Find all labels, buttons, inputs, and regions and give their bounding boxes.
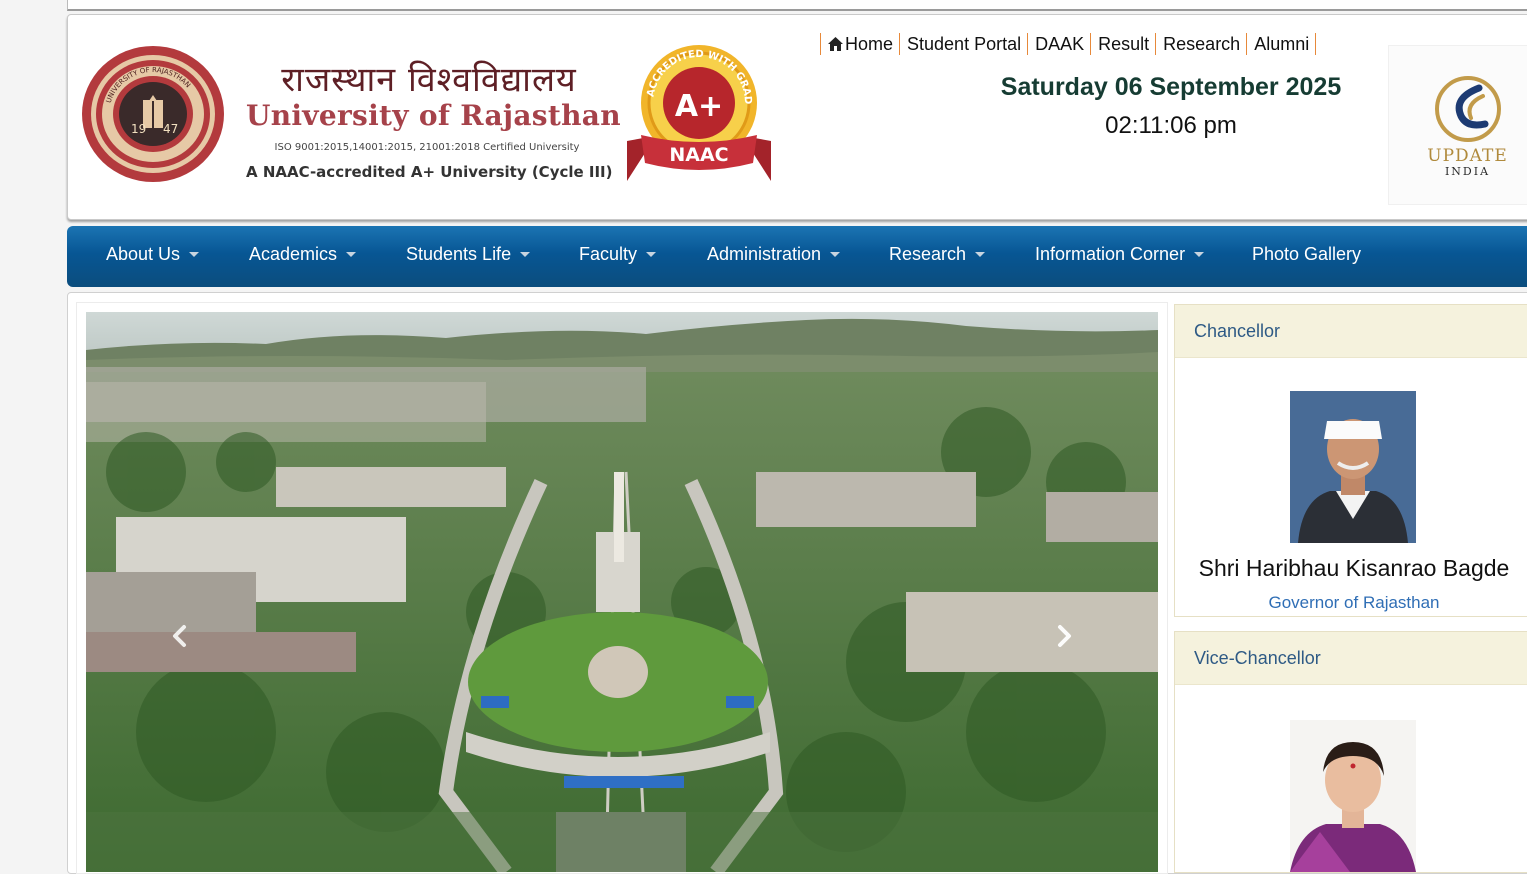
nav-administration[interactable]: Administration bbox=[707, 226, 841, 282]
seal-year-left: 19 bbox=[131, 122, 146, 136]
top-link-student-portal[interactable]: Student Portal bbox=[899, 33, 1027, 55]
update-india-logo[interactable]: UPDATE INDIA bbox=[1388, 45, 1527, 205]
main-navigation: About Us Academics Students Life Faculty… bbox=[67, 226, 1527, 287]
nav-photo-gallery[interactable]: Photo Gallery bbox=[1252, 226, 1361, 282]
site-header: 19 47 UNIVERSITY OF RAJASTHAN राजस्थान व… bbox=[67, 14, 1527, 220]
nav-about-us[interactable]: About Us bbox=[106, 226, 200, 282]
vice-chancellor-heading: Vice-Chancellor bbox=[1175, 632, 1527, 685]
caret-down-icon bbox=[520, 252, 531, 257]
top-link-home-label: Home bbox=[845, 34, 894, 54]
caret-down-icon bbox=[646, 252, 657, 257]
update-india-emblem-icon bbox=[1435, 76, 1501, 142]
chancellor-name: Shri Haribhau Kisanrao Bagde bbox=[1198, 555, 1510, 581]
top-links: Home Student Portal DAAK Result Research… bbox=[820, 33, 1317, 55]
campus-photo-illustration bbox=[86, 312, 1158, 872]
current-date: Saturday 06 September 2025 bbox=[1000, 73, 1342, 101]
top-link-alumni[interactable]: Alumni bbox=[1246, 33, 1317, 55]
badge-grade: A+ bbox=[675, 89, 723, 124]
nav-photo-gallery-label: Photo Gallery bbox=[1252, 244, 1362, 264]
naac-badge-icon: ACCREDITED WITH GRADE A+ NAAC bbox=[623, 41, 771, 181]
top-strip bbox=[67, 0, 1527, 11]
caret-down-icon bbox=[346, 252, 357, 257]
nav-students-life[interactable]: Students Life bbox=[406, 226, 531, 282]
university-seal-icon: 19 47 UNIVERSITY OF RAJASTHAN bbox=[82, 46, 224, 182]
slider-next-icon[interactable] bbox=[1052, 624, 1076, 648]
nav-academics[interactable]: Academics bbox=[249, 226, 357, 282]
nav-information-corner-label: Information Corner bbox=[1035, 244, 1186, 264]
top-link-research[interactable]: Research bbox=[1155, 33, 1246, 55]
chancellor-heading: Chancellor bbox=[1175, 305, 1527, 358]
nav-administration-label: Administration bbox=[707, 244, 822, 264]
caret-down-icon bbox=[830, 252, 841, 257]
campus-aerial-photo bbox=[86, 312, 1158, 872]
nav-research[interactable]: Research bbox=[889, 226, 986, 282]
seal-year-right: 47 bbox=[163, 122, 178, 136]
current-time: 02:11:06 pm bbox=[1105, 112, 1237, 139]
nav-research-label: Research bbox=[889, 244, 967, 264]
caret-down-icon bbox=[189, 252, 200, 257]
chancellor-panel: Chancellor Shri Haribhau Kisanrao Bagde … bbox=[1174, 304, 1527, 617]
top-link-result[interactable]: Result bbox=[1090, 33, 1155, 55]
chancellor-title[interactable]: Governor of Rajasthan bbox=[1175, 593, 1527, 613]
nav-information-corner[interactable]: Information Corner bbox=[1035, 226, 1205, 282]
caret-down-icon bbox=[975, 252, 986, 257]
badge-ribbon: NAAC bbox=[669, 144, 728, 166]
vice-chancellor-photo bbox=[1290, 720, 1416, 872]
nav-faculty[interactable]: Faculty bbox=[579, 226, 657, 282]
university-title-hindi: राजस्थान विश्वविद्यालय bbox=[281, 60, 577, 100]
nav-academics-label: Academics bbox=[249, 244, 338, 264]
nav-students-life-label: Students Life bbox=[406, 244, 512, 264]
iso-certification-line: ISO 9001:2015,14001:2015, 21001:2018 Cer… bbox=[274, 142, 580, 153]
naac-accreditation-line: A NAAC-accredited A+ University (Cycle I… bbox=[246, 163, 613, 181]
nav-faculty-label: Faculty bbox=[579, 244, 638, 264]
slider-prev-icon[interactable] bbox=[168, 624, 192, 648]
top-link-daak[interactable]: DAAK bbox=[1027, 33, 1090, 55]
update-india-sub: INDIA bbox=[1444, 165, 1491, 178]
update-india-name: UPDATE bbox=[1427, 146, 1508, 166]
nav-about-us-label: About Us bbox=[106, 244, 181, 264]
university-title-english: University of Rajasthan bbox=[246, 99, 621, 132]
top-link-home[interactable]: Home bbox=[820, 33, 899, 55]
caret-down-icon bbox=[1194, 252, 1205, 257]
home-icon bbox=[828, 37, 843, 51]
chancellor-photo bbox=[1290, 391, 1416, 543]
vice-chancellor-panel: Vice-Chancellor bbox=[1174, 631, 1527, 873]
